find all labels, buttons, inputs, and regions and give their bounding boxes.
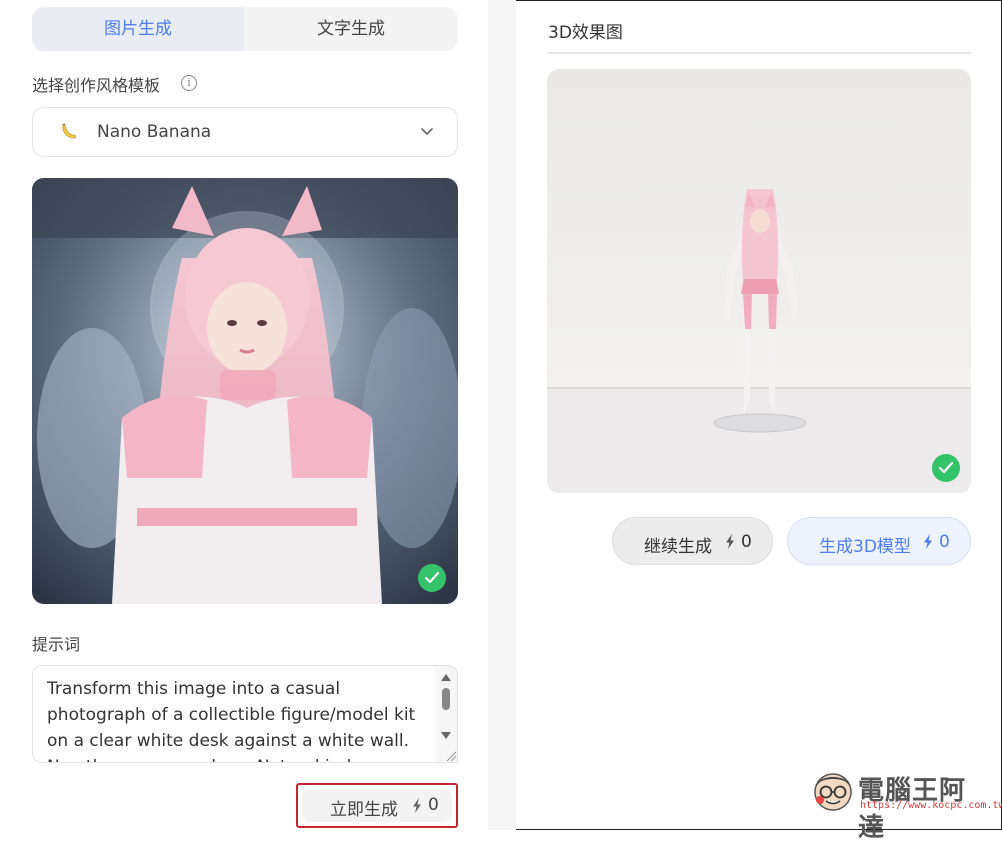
- mode-tabs: 图片生成 文字生成: [32, 7, 458, 51]
- model-cost-count: 0: [939, 532, 950, 552]
- result-photo-illustration: [547, 69, 971, 493]
- check-circle-icon: [932, 454, 960, 482]
- banana-icon: [62, 123, 77, 139]
- generate-button-label: 立即生成: [330, 800, 398, 820]
- scroll-thumb[interactable]: [442, 688, 450, 710]
- continue-cost-count: 0: [741, 532, 752, 552]
- prompt-textarea[interactable]: Transform this image into a casual photo…: [32, 665, 458, 763]
- source-photo-illustration: [32, 178, 458, 604]
- tab-text-generation[interactable]: 文字生成: [244, 7, 458, 51]
- mascot-logo-icon: [814, 773, 852, 811]
- check-circle-icon: [418, 564, 446, 592]
- prompt-text: Transform this image into a casual photo…: [47, 679, 416, 762]
- watermark: 電腦王阿達 https://www.kocpc.com.tw/: [810, 768, 1002, 843]
- chevron-down-icon: [421, 128, 433, 135]
- style-template-select[interactable]: Nano Banana: [32, 107, 458, 157]
- style-template-label: 选择创作风格模板: [32, 76, 161, 95]
- result-title-underline: [548, 52, 971, 54]
- continue-button-label: 继续生成: [644, 537, 712, 557]
- bolt-icon: [726, 534, 734, 549]
- selected-template-value: Nano Banana: [97, 122, 212, 142]
- result-title: 3D效果图: [548, 23, 623, 43]
- generate-now-button[interactable]: 立即生成 0: [302, 789, 452, 822]
- scroll-up-arrow-icon[interactable]: [441, 674, 451, 681]
- model-button-label: 生成3D模型: [819, 537, 911, 557]
- generate-3d-model-button[interactable]: 生成3D模型 0: [787, 517, 971, 565]
- watermark-url: https://www.kocpc.com.tw/: [860, 800, 1002, 811]
- scroll-down-arrow-icon[interactable]: [441, 732, 451, 739]
- continue-generate-button[interactable]: 继续生成 0: [612, 517, 773, 565]
- bolt-icon: [413, 798, 421, 813]
- generate-cost-count: 0: [428, 795, 439, 815]
- info-icon[interactable]: i: [181, 75, 197, 91]
- panel-divider: [488, 0, 516, 830]
- prompt-label: 提示词: [32, 635, 81, 654]
- resize-grip-icon[interactable]: [443, 748, 457, 762]
- left-panel: 图片生成 文字生成 选择创作风格模板 i Nano Banana 提示词 Tra…: [0, 0, 488, 830]
- generate-button-highlight: 立即生成 0: [296, 783, 458, 828]
- tab-image-generation[interactable]: 图片生成: [32, 7, 244, 51]
- bolt-icon: [924, 534, 932, 549]
- result-photo[interactable]: [547, 69, 971, 493]
- source-photo[interactable]: [32, 178, 458, 604]
